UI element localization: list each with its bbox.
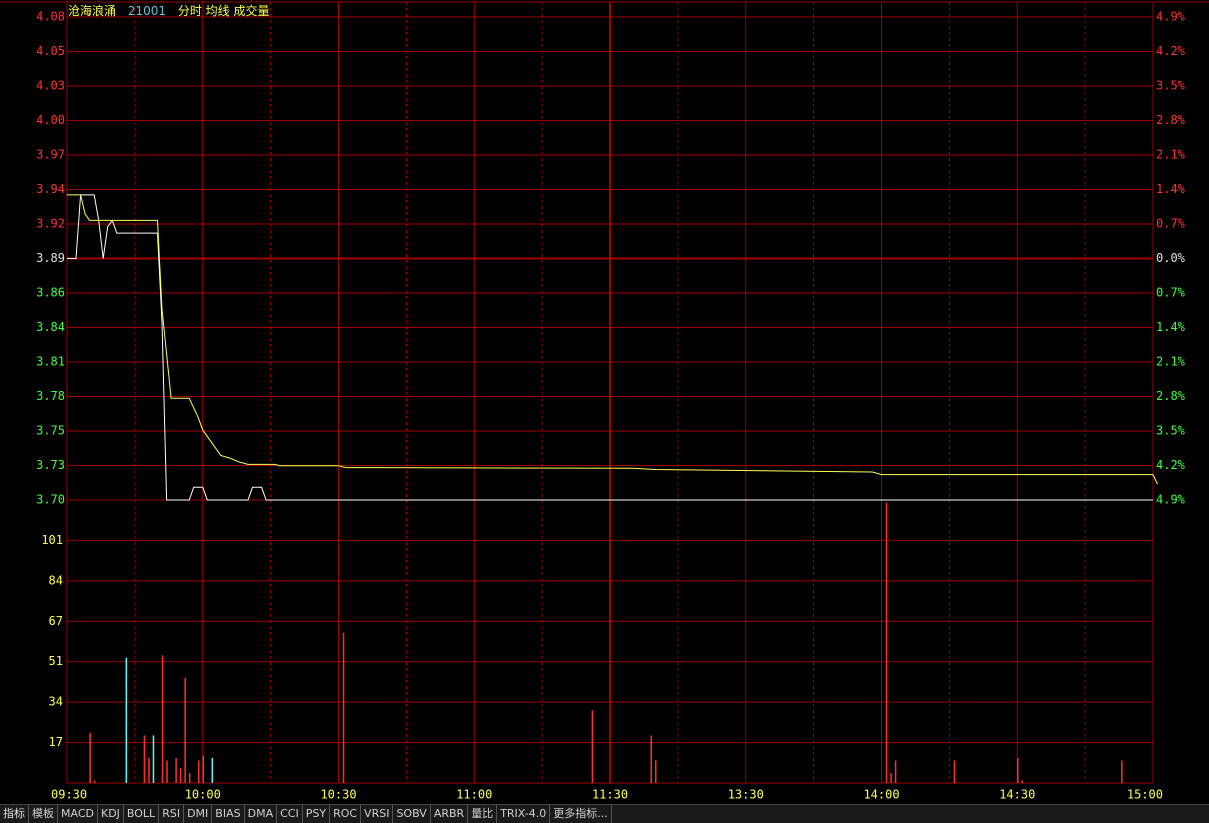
price-tick-label: 3.84	[36, 320, 65, 334]
chart-mode-label: 分时 均线 成交量	[177, 4, 270, 18]
time-tick-label: 10:30	[320, 788, 356, 802]
time-tick-label: 15:00	[1127, 788, 1163, 802]
average-price-line	[67, 194, 1158, 485]
percent-tick-label: 2.1%	[1156, 148, 1186, 162]
intraday-chart[interactable]: 4.08 4.9% 4.05 4.2% 4.03 3.5% 4.00 2.8% 3.97 2.1%…	[0, 0, 1209, 822]
volume-tick-label: 101	[41, 533, 63, 547]
volume-tick-label: 17	[49, 735, 63, 749]
price-tick-label: 3.70	[36, 493, 65, 507]
time-tick-label: 14:00	[863, 788, 899, 802]
chart-title-bar: 沧海浪涌 21001 分时 均线 成交量	[68, 2, 278, 18]
tab-dma[interactable]: DMA	[245, 805, 278, 823]
stock-name: 沧海浪涌	[68, 4, 117, 18]
percent-tick-label: 2.8%	[1156, 113, 1186, 127]
volume-tick-label: 67	[49, 614, 63, 628]
percent-tick-label: 4.9%	[1156, 10, 1186, 24]
time-tick-label: 13:30	[728, 788, 764, 802]
tab-vrsi[interactable]: VRSI	[361, 805, 394, 823]
time-tick-label: 11:30	[592, 788, 628, 802]
price-tick-label: 3.81	[36, 355, 65, 369]
percent-tick-label: 4.2%	[1156, 44, 1186, 58]
tab-kdj[interactable]: KDJ	[98, 805, 124, 823]
price-tick-label: 3.78	[36, 389, 65, 403]
tab-roc[interactable]: ROC	[330, 805, 362, 823]
tab-boll[interactable]: BOLL	[124, 805, 160, 823]
percent-tick-label: 4.2%	[1156, 458, 1186, 472]
volume-tick-label: 51	[49, 654, 63, 668]
percent-tick-label: 1.4%	[1156, 320, 1186, 334]
tab-indicator[interactable]: 指标	[0, 805, 29, 823]
price-tick-label: 3.92	[36, 217, 65, 231]
percent-tick-label: 2.8%	[1156, 389, 1186, 403]
tab-arbr[interactable]: ARBR	[431, 805, 469, 823]
tab-cci[interactable]: CCI	[277, 805, 303, 823]
percent-tick-label: 3.5%	[1156, 79, 1186, 93]
time-tick-label: 10:00	[185, 788, 221, 802]
percent-tick-label: 4.9%	[1156, 493, 1186, 507]
percent-tick-label: 0.7%	[1156, 217, 1186, 231]
indicator-tab-bar: 指标 模板 MACD KDJ BOLL RSI DMI BIAS DMA CCI…	[0, 804, 1209, 823]
percent-tick-label: 2.1%	[1156, 355, 1186, 369]
price-tick-label: 4.08	[36, 10, 65, 24]
price-tick-label: 3.97	[36, 148, 65, 162]
tab-sobv[interactable]: SOBV	[393, 805, 431, 823]
price-tick-label: 3.94	[36, 182, 65, 196]
time-tick-label: 14:30	[999, 788, 1035, 802]
tab-template[interactable]: 模板	[29, 805, 58, 823]
volume-tick-label: 84	[49, 573, 63, 587]
tab-macd[interactable]: MACD	[58, 805, 98, 823]
tab-bias[interactable]: BIAS	[212, 805, 245, 823]
tab-psy[interactable]: PSY	[303, 805, 331, 823]
price-tick-label: 3.75	[36, 424, 65, 438]
percent-tick-label: 0.0%	[1156, 251, 1186, 265]
price-tick-label: 4.03	[36, 79, 65, 93]
price-tick-label: 3.86	[36, 286, 65, 300]
tab-rsi[interactable]: RSI	[159, 805, 185, 823]
time-tick-label: 11:00	[456, 788, 492, 802]
price-tick-label: 4.00	[36, 113, 65, 127]
price-tick-label: 3.73	[36, 458, 65, 472]
volume-tick-label: 34	[49, 695, 63, 709]
tab-dmi[interactable]: DMI	[184, 805, 213, 823]
percent-tick-label: 1.4%	[1156, 182, 1186, 196]
time-tick-label: 09:30	[51, 788, 87, 802]
percent-tick-label: 0.7%	[1156, 286, 1186, 300]
price-tick-label: 3.89	[36, 251, 65, 265]
tab-trix[interactable]: TRIX-4.0	[497, 805, 551, 823]
tab-more-indicators[interactable]: 更多指标...	[550, 805, 612, 823]
tab-volume-ratio[interactable]: 量比	[468, 805, 498, 823]
stock-code: 21001	[127, 4, 167, 18]
percent-tick-label: 3.5%	[1156, 424, 1186, 438]
price-tick-label: 4.05	[36, 44, 65, 58]
